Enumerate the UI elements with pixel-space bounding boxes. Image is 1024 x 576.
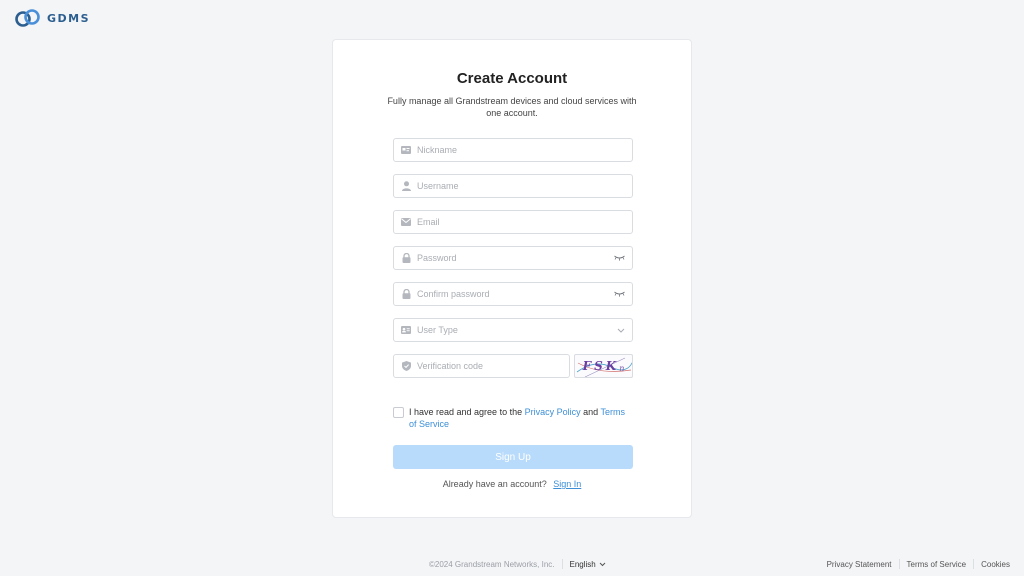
footer-divider: [561, 559, 563, 569]
user-icon: [401, 181, 411, 191]
eye-closed-icon[interactable]: [614, 291, 625, 297]
verification-code-input[interactable]: [417, 355, 569, 377]
page-title: Create Account: [456, 70, 568, 87]
sign-in-link[interactable]: Sign In: [553, 479, 581, 489]
terms-of-service-footer-link[interactable]: Terms of Service: [907, 560, 967, 569]
username-field[interactable]: [393, 174, 633, 198]
create-account-card: Create Account Fully manage all Grandstr…: [332, 39, 692, 518]
logo-text: GDMS: [47, 11, 91, 25]
verification-code-field[interactable]: [393, 354, 570, 378]
page-subtitle: Fully manage all Grandstream devices and…: [387, 96, 637, 118]
captcha-image[interactable]: FSK n: [574, 354, 633, 378]
signin-prompt: Already have an account?: [442, 479, 547, 489]
nickname-field[interactable]: [393, 138, 633, 162]
lock-icon: [401, 289, 411, 299]
user-type-placeholder: User Type: [417, 325, 458, 335]
email-input[interactable]: [417, 211, 632, 233]
password-field[interactable]: [393, 246, 633, 270]
language-label: English: [569, 559, 596, 569]
privacy-statement-link[interactable]: Privacy Statement: [827, 560, 892, 569]
cookies-link[interactable]: Cookies: [981, 560, 1010, 569]
password-input[interactable]: [417, 247, 614, 269]
captcha-text: FSK: [582, 359, 620, 373]
id-card-icon: [401, 145, 411, 155]
username-input[interactable]: [417, 175, 632, 197]
agreement-prefix: I have read and agree to the: [409, 407, 523, 417]
user-type-select[interactable]: User Type: [393, 318, 633, 342]
footer-center: ©2024 Grandstream Networks, Inc. English: [429, 559, 606, 569]
gdms-logo[interactable]: GDMS: [14, 9, 90, 27]
privacy-policy-link[interactable]: Privacy Policy: [525, 407, 581, 417]
footer-divider: [898, 559, 900, 569]
chevron-down-icon: [599, 562, 606, 566]
agreement-and: and: [583, 407, 599, 417]
cloud-logo-icon: [15, 9, 40, 27]
footer-links: Privacy Statement Terms of Service Cooki…: [827, 559, 1010, 569]
shield-icon: [401, 361, 411, 371]
signin-prompt-row: Already have an account? Sign In: [333, 479, 691, 489]
nickname-input[interactable]: [417, 139, 632, 161]
language-selector[interactable]: English: [570, 560, 606, 569]
chevron-down-icon: [617, 328, 625, 333]
email-field[interactable]: [393, 210, 633, 234]
sign-up-button[interactable]: Sign Up: [393, 445, 633, 469]
confirm-password-field[interactable]: [393, 282, 633, 306]
agreement-text: I have read and agree to the Privacy Pol…: [409, 406, 633, 430]
copyright-text: ©2024 Grandstream Networks, Inc.: [429, 559, 555, 569]
confirm-password-input[interactable]: [417, 283, 614, 305]
lock-icon: [401, 253, 411, 263]
agreement-row: I have read and agree to the Privacy Pol…: [393, 406, 633, 430]
eye-closed-icon[interactable]: [614, 255, 625, 261]
envelope-icon: [401, 217, 411, 227]
footer-divider: [973, 559, 975, 569]
badge-icon: [401, 325, 411, 335]
captcha-text-small: n: [619, 363, 625, 373]
agreement-checkbox[interactable]: [393, 407, 404, 418]
